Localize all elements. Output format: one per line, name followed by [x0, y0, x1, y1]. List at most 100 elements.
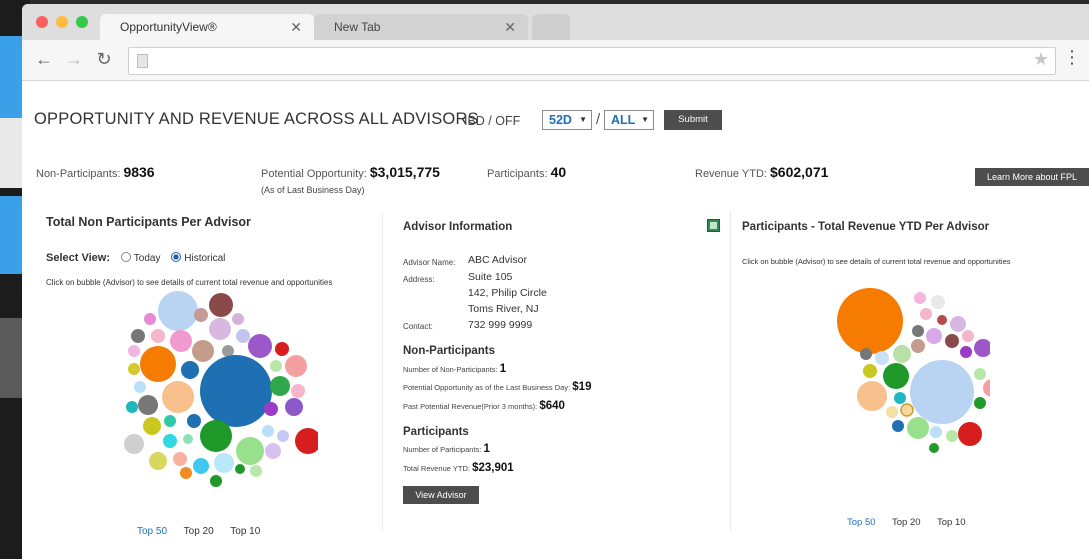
advisor-bubble[interactable] [900, 403, 914, 417]
advisor-bubble[interactable] [937, 315, 947, 325]
excel-export-icon[interactable] [707, 219, 720, 232]
advisor-bubble[interactable] [149, 452, 167, 470]
advisor-bubble[interactable] [140, 346, 176, 382]
advisor-bubble[interactable] [181, 361, 199, 379]
advisor-bubble[interactable] [138, 395, 158, 415]
advisor-bubble[interactable] [291, 384, 305, 398]
advisor-bubble[interactable] [926, 328, 942, 344]
advisor-bubble[interactable] [911, 339, 925, 353]
close-tab-icon[interactable]: ✕ [504, 14, 516, 40]
reload-icon[interactable]: ↻ [94, 49, 114, 70]
view-advisor-button[interactable]: View Advisor [403, 486, 479, 504]
advisor-bubble[interactable] [863, 364, 877, 378]
advisor-bubble[interactable] [837, 288, 903, 354]
learn-more-button[interactable]: Learn More about FPL [975, 168, 1089, 186]
address-bar[interactable]: ★ [128, 47, 1056, 75]
non-participants-bubble-chart[interactable] [118, 291, 318, 491]
advisor-bubble[interactable] [983, 379, 990, 397]
advisor-bubble[interactable] [250, 465, 262, 477]
filter-top-20[interactable]: Top 20 [892, 517, 921, 528]
filter-top-10[interactable]: Top 10 [230, 526, 260, 537]
advisor-bubble[interactable] [170, 330, 192, 352]
radio-historical[interactable] [171, 252, 182, 262]
filter-top-20[interactable]: Top 20 [184, 526, 214, 537]
advisor-bubble[interactable] [950, 316, 966, 332]
advisor-bubble[interactable] [929, 443, 939, 453]
advisor-bubble[interactable] [262, 425, 274, 437]
bookmark-star-icon[interactable]: ★ [1033, 49, 1049, 70]
advisor-bubble[interactable] [285, 355, 307, 377]
advisor-bubble[interactable] [193, 458, 209, 474]
advisor-bubble[interactable] [180, 467, 192, 479]
filter-top-10[interactable]: Top 10 [937, 517, 966, 528]
tab-opportunityview[interactable]: OpportunityView® ✕ [100, 14, 314, 40]
advisor-bubble[interactable] [974, 397, 986, 409]
participants-revenue-bubble-chart[interactable] [830, 286, 990, 456]
close-window-button[interactable] [36, 16, 48, 28]
advisor-bubble[interactable] [894, 392, 906, 404]
advisor-bubble[interactable] [974, 368, 986, 380]
filter-top-50[interactable]: Top 50 [137, 526, 167, 537]
radio-today[interactable] [120, 252, 131, 262]
tab-new-tab[interactable]: New Tab ✕ [314, 14, 528, 40]
advisor-bubble[interactable] [886, 406, 898, 418]
advisor-bubble[interactable] [860, 348, 872, 360]
advisor-bubble[interactable] [275, 342, 289, 356]
advisor-bubble[interactable] [162, 381, 194, 413]
advisor-bubble[interactable] [131, 329, 145, 343]
advisor-bubble[interactable] [200, 420, 232, 452]
advisor-bubble[interactable] [893, 345, 911, 363]
advisor-bubble[interactable] [173, 452, 187, 466]
advisor-bubble[interactable] [222, 345, 234, 357]
advisor-bubble[interactable] [914, 292, 926, 304]
advisor-bubble[interactable] [945, 334, 959, 348]
advisor-bubble[interactable] [892, 420, 904, 432]
advisor-bubble[interactable] [236, 329, 250, 343]
advisor-bubble[interactable] [907, 417, 929, 439]
advisor-bubble[interactable] [209, 293, 233, 317]
advisor-bubble[interactable] [270, 376, 290, 396]
advisor-bubble[interactable] [974, 339, 990, 357]
advisor-bubble[interactable] [164, 415, 176, 427]
advisor-bubble[interactable] [235, 464, 245, 474]
advisor-bubble[interactable] [277, 430, 289, 442]
advisor-bubble[interactable] [143, 417, 161, 435]
advisor-bubble[interactable] [144, 313, 156, 325]
filter-top-50[interactable]: Top 50 [847, 517, 876, 528]
back-arrow-icon[interactable]: ← [34, 49, 54, 70]
advisor-bubble[interactable] [912, 325, 924, 337]
advisor-bubble[interactable] [265, 443, 281, 459]
close-tab-icon[interactable]: ✕ [290, 14, 302, 40]
advisor-bubble[interactable] [209, 318, 231, 340]
maximize-window-button[interactable] [76, 16, 88, 28]
advisor-bubble[interactable] [248, 334, 272, 358]
advisor-bubble[interactable] [236, 437, 264, 465]
advisor-bubble[interactable] [128, 363, 140, 375]
advisor-bubble[interactable] [910, 360, 974, 424]
advisor-bubble[interactable] [126, 401, 138, 413]
advisor-bubble[interactable] [946, 430, 958, 442]
advisor-bubble[interactable] [875, 351, 889, 365]
advisor-bubble[interactable] [163, 434, 177, 448]
advisor-bubble[interactable] [194, 308, 208, 322]
advisor-bubble[interactable] [931, 295, 945, 309]
advisor-bubble[interactable] [883, 363, 909, 389]
advisor-bubble[interactable] [857, 381, 887, 411]
advisor-bubble[interactable] [210, 475, 222, 487]
new-tab-button[interactable] [532, 14, 570, 40]
forward-arrow-icon[interactable]: → [64, 49, 84, 70]
advisor-bubble[interactable] [158, 291, 198, 331]
advisor-bubble[interactable] [285, 398, 303, 416]
minimize-window-button[interactable] [56, 16, 68, 28]
advisor-bubble[interactable] [960, 346, 972, 358]
advisor-bubble[interactable] [930, 426, 942, 438]
menu-kebab-icon[interactable]: ⋮ [1063, 48, 1081, 66]
advisor-bubble[interactable] [200, 355, 272, 427]
advisor-bubble[interactable] [151, 329, 165, 343]
advisor-bubble[interactable] [124, 434, 144, 454]
advisor-bubble[interactable] [958, 422, 982, 446]
advisor-bubble[interactable] [187, 414, 201, 428]
advisor-bubble[interactable] [295, 428, 318, 454]
advisor-bubble[interactable] [192, 340, 214, 362]
advisor-bubble[interactable] [920, 308, 932, 320]
